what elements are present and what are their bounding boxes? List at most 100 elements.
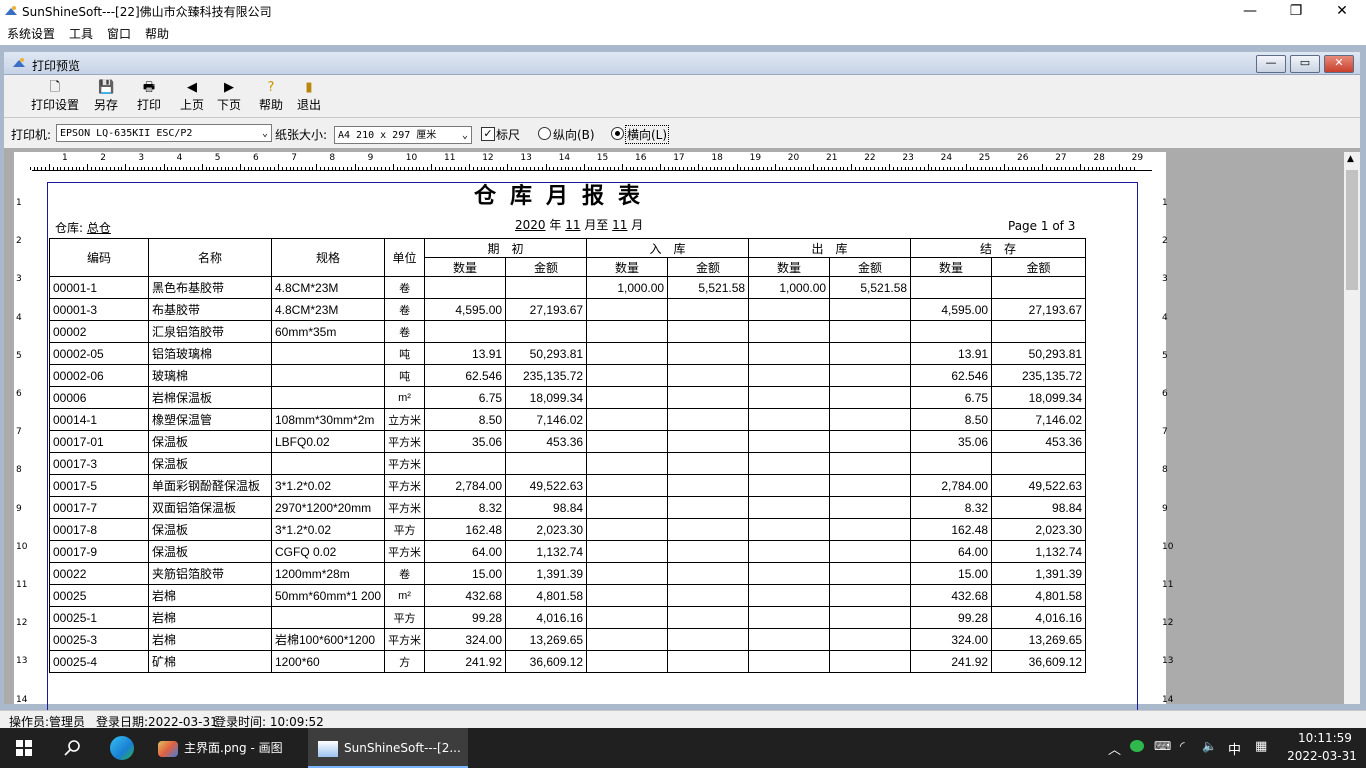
cell-close-amount: 4,801.58 [991,584,1087,607]
ruler-tick [1084,167,1086,170]
portrait-radio[interactable] [538,127,551,140]
ruler-number: 9 [367,153,374,163]
ruler-tick [1103,167,1105,170]
ruler-tick [545,164,547,170]
ruler-tick [522,167,524,170]
cell-open-qty: 15.00 [424,562,507,585]
search-icon[interactable] [64,739,82,757]
print-label: 打印 [136,98,161,112]
cell-open-amount: 18,099.34 [505,386,588,409]
cell-name: 布基胶带 [148,298,272,321]
minimize-button[interactable]: — [1227,0,1273,22]
taskbar-item-sunshinesoft[interactable]: SunShineSoft---[2... [308,728,468,768]
cell-code: 00017-01 [49,430,149,453]
ruler-tick [205,167,207,170]
paper-size-select[interactable]: A4 210 x 297 厘米 ⌄ [334,126,472,144]
cell-close-amount: 1,391.39 [991,562,1087,585]
table-row: 00017-5 单面彩钢酚醛保温板 3*1.2*0.02 平方米 2,784.00 49,… [49,474,1087,497]
ruler-tick [851,164,853,170]
ruler-tick [969,167,971,170]
ruler-tick [404,167,406,170]
cell-code: 00017-5 [49,474,149,497]
cell-unit: 卷 [384,320,426,343]
cell-in-qty [586,320,669,343]
print-button[interactable]: 🖶 打印 [135,80,163,116]
ruler-tick [365,167,367,170]
ruler-tick [770,167,772,170]
ruler-tick [660,164,662,170]
ruler-tick [304,167,306,170]
ruler-tick [988,167,990,170]
cell-open-qty [424,320,507,343]
clock-time[interactable]: 10:11:59 [1290,731,1360,745]
exit-label: 退出 [296,98,321,112]
scrollbar-thumb[interactable] [1346,170,1358,290]
ruler-tick [132,167,134,170]
ruler-tick [396,167,398,170]
ruler-tick [243,167,245,170]
ruler-tick [885,167,887,170]
ruler-tick [56,167,58,170]
cell-unit: 平方米 [384,540,426,563]
ruler-checkbox[interactable]: ✓ [481,127,495,141]
exit-button[interactable]: ▮ 退出 [295,80,323,116]
cell-out-amount: 5,521.58 [829,276,912,299]
ruler-tick [912,167,914,170]
ruler-tick [1072,167,1074,170]
cell-close-amount: 7,146.02 [991,408,1087,431]
ime-mode-indicator[interactable]: 中 [1228,739,1241,758]
ruler-tick [492,167,494,170]
scroll-up-icon[interactable]: ▲ [1347,154,1354,164]
cell-in-qty [586,650,669,673]
ime-grid-icon[interactable]: ▦ [1255,739,1267,754]
cell-code: 00025-1 [49,606,149,629]
edge-browser-icon[interactable] [110,736,134,760]
menu-help[interactable]: 帮助 [145,25,169,42]
save-as-button[interactable]: 💾 另存 [92,80,120,116]
menu-window[interactable]: 窗口 [107,25,131,42]
printer-select[interactable]: EPSON LQ-635KII ESC/P2 ⌄ [56,124,272,142]
network-icon[interactable]: ◜ [1180,739,1185,753]
wechat-icon[interactable] [1130,740,1144,752]
prev-page-button[interactable]: ◀ 上页 [178,80,206,116]
ruler-tick [381,167,383,170]
ruler-tick [450,167,451,170]
cell-unit: 卷 [384,298,426,321]
cell-in-qty [586,342,669,365]
help-label: 帮助 [258,98,283,112]
chevron-up-icon[interactable]: ︿ [1108,739,1121,758]
ruler-number: 7 [1162,427,1168,438]
ruler-number: 16 [635,153,647,163]
ruler-tick [1038,167,1040,170]
child-minimize-button[interactable]: — [1256,55,1286,73]
taskbar-item-paint[interactable]: 主界面.png - 画图 [148,728,298,768]
cell-out-amount [829,320,912,343]
menu-system-settings[interactable]: 系统设置 [7,25,55,42]
header-code: 编码 [49,238,149,277]
landscape-radio[interactable] [611,127,624,140]
ruler-tick [1053,167,1055,170]
print-setup-button[interactable]: 🗋 打印设置 [30,80,80,116]
keyboard-icon[interactable]: ⌨ [1154,739,1171,753]
next-page-button[interactable]: ▶ 下页 [215,80,243,116]
speaker-icon[interactable]: 🔈 [1202,739,1217,753]
menu-tools[interactable]: 工具 [69,25,93,42]
warehouse-line: 仓库: 总仓 [55,219,111,236]
help-button[interactable]: ? 帮助 [257,80,285,116]
cell-close-amount: 1,132.74 [991,540,1087,563]
cell-out-amount [829,342,912,365]
ruler-tick [893,167,895,170]
maximize-button[interactable]: ❐ [1273,0,1319,22]
child-close-button[interactable]: ✕ [1324,55,1354,73]
windows-start-icon[interactable] [16,740,32,756]
cell-close-amount [991,276,1087,299]
clock-date[interactable]: 2022-03-31 [1282,749,1362,763]
ruler-tick [259,167,260,170]
close-button[interactable]: ✕ [1319,0,1365,22]
child-maximize-button[interactable]: ▭ [1290,55,1320,73]
header-amount: 金额 [505,257,588,277]
cell-out-qty [748,540,831,563]
cell-name: 橡塑保温管 [148,408,272,431]
ruler-tick [705,167,707,170]
ruler-number: 2 [16,236,22,247]
